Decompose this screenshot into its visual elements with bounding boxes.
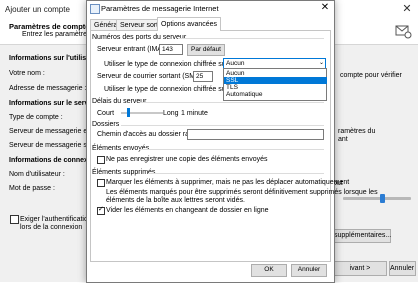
next-button[interactable]: ivant >	[333, 261, 387, 276]
timeout-value: 1 minute	[181, 110, 208, 117]
offline-slider-thumb[interactable]	[380, 194, 385, 203]
mark-deleted-checkbox[interactable]	[97, 179, 105, 187]
test-params-text-2: ant	[338, 136, 348, 143]
cancel-button[interactable]: Annuler	[291, 264, 327, 277]
require-auth-checkbox[interactable]	[10, 215, 19, 224]
username-label: Nom d'utilisateur :	[9, 171, 65, 178]
no-save-sent-checkbox[interactable]	[97, 156, 105, 164]
divider	[148, 173, 324, 174]
incoming-server-label: Serveur de messagerie ent	[9, 128, 94, 135]
encryption-dropdown-list[interactable]: Aucun SSL TLS Automatique	[223, 68, 327, 101]
window-title: Ajouter un compte	[5, 5, 70, 14]
timeout-short-label: Court	[97, 110, 115, 117]
offline-slider-track[interactable]	[343, 197, 411, 200]
deleted-items-group-label: Éléments supprimés	[92, 169, 156, 176]
close-icon[interactable]: ✕	[319, 2, 331, 14]
ok-button[interactable]: OK	[251, 264, 287, 277]
tab-advanced-options[interactable]: Options avancées	[157, 17, 222, 31]
email-label: Adresse de messagerie :	[9, 85, 87, 92]
root-folder-input[interactable]	[187, 129, 324, 140]
account-type-label: Type de compte :	[9, 114, 63, 121]
dialog-title: Paramètres de messagerie Internet	[101, 4, 219, 13]
dropdown-option-none[interactable]: Aucun	[224, 70, 327, 77]
password-label: Mot de passe :	[9, 185, 55, 192]
mail-settings-icon	[395, 25, 412, 39]
mark-deleted-note-2: éléments de la boîte aux lettres seront …	[106, 197, 245, 204]
default-ports-button[interactable]: Par défaut	[187, 44, 225, 56]
timeout-slider-thumb[interactable]	[127, 108, 130, 117]
incoming-port-input[interactable]: 143	[159, 44, 183, 55]
section-connection-info: Informations de connexio	[9, 157, 95, 164]
section-user-info: Informations sur l'utilisat	[9, 55, 93, 62]
mark-deleted-note: Les éléments marqués pour être supprimés…	[106, 189, 378, 196]
purge-on-switch-label: Vider les éléments en changeant de dossi…	[106, 207, 269, 214]
close-icon[interactable]: ✕	[400, 2, 414, 16]
page-subtitle: Entrez les paramètres c	[22, 31, 96, 38]
ports-group-label: Numéros des ports du serveur	[92, 34, 187, 41]
mark-deleted-label: Marquer les éléments à supprimer, mais n…	[106, 179, 350, 186]
divider	[140, 102, 324, 103]
dropdown-option-auto[interactable]: Automatique	[224, 91, 327, 98]
test-params-text: ramètres du	[338, 128, 376, 135]
outgoing-port-input[interactable]: 25	[193, 71, 213, 82]
chevron-down-icon: ⌄	[318, 60, 324, 66]
section-server-info: Informations sur le serveu	[9, 100, 97, 107]
page-title: Paramètres de compte P	[9, 22, 97, 31]
divider	[178, 38, 324, 39]
bg-cancel-button[interactable]: Annuler	[389, 261, 416, 276]
timeout-long-label: Long	[163, 110, 179, 117]
divider	[139, 149, 324, 150]
dropdown-option-tls[interactable]: TLS	[224, 84, 327, 91]
test-account-text: compte pour vérifier	[340, 72, 402, 79]
require-auth-label-2: lors de la connexion	[20, 224, 83, 231]
no-save-sent-label: Ne pas enregistrer une copie des élément…	[106, 156, 268, 163]
dropdown-option-ssl[interactable]: SSL	[224, 77, 327, 84]
your-name-label: Votre nom :	[9, 70, 45, 77]
timeout-group-label: Délais du serveur	[92, 98, 147, 105]
more-settings-button[interactable]: supplémentaires...	[333, 229, 391, 243]
purge-on-switch-checkbox[interactable]	[97, 205, 105, 215]
internet-email-settings-dialog: Paramètres de messagerie Internet ✕ Géné…	[86, 0, 335, 283]
outgoing-server-label: Serveur de messagerie sort	[9, 142, 95, 149]
folders-group-label: Dossiers	[92, 121, 120, 128]
dialog-title-bar: Paramètres de messagerie Internet ✕	[87, 1, 334, 16]
divider	[121, 125, 324, 126]
dialog-app-icon	[90, 4, 100, 14]
incoming-encryption-value: Aucun	[226, 60, 245, 67]
